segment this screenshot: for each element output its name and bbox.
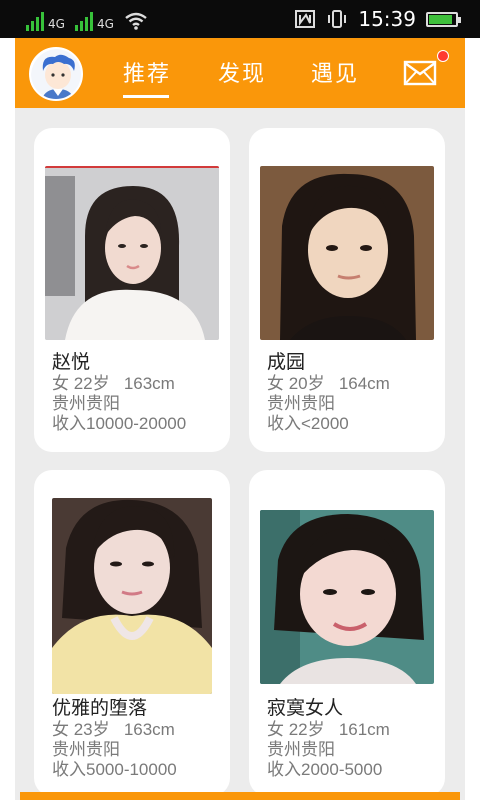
profile-location: 贵州贵阳 [267,394,335,413]
profile-grid: 赵悦 女 22岁 163cm 贵州贵阳 收入10000-20000 成园 女 2… [15,108,465,800]
profile-basic: 女 23岁 163cm [52,720,177,740]
battery-icon [426,11,461,27]
notification-dot [437,50,449,62]
user-avatar[interactable] [29,47,83,101]
profile-info: 优雅的堕落 女 23岁 163cm 贵州贵阳 收入5000-10000 [52,698,177,780]
signal-icon [74,11,93,31]
profile-height: 163cm [123,374,175,393]
profile-gender-age: 女 22岁 [52,374,110,393]
tab-encounter[interactable]: 遇见 [311,56,359,88]
avatar-icon [31,49,81,99]
network-type: 4G [48,17,65,31]
status-left: 4G 4G [26,7,148,31]
profile-card[interactable]: 成园 女 20岁 164cm 贵州贵阳 收入<2000 [249,128,445,452]
profile-card[interactable]: 优雅的堕落 女 23岁 163cm 贵州贵阳 收入5000-10000 [34,470,230,796]
clock: 15:39 [358,7,416,31]
profile-location: 贵州贵阳 [52,394,120,413]
profile-photo [260,510,434,684]
profile-photo [52,498,212,694]
profile-name: 成园 [267,352,306,373]
profile-location: 贵州贵阳 [267,740,335,759]
profile-height: 163cm [123,720,175,739]
battery-fill [429,14,452,24]
profile-income: 收入<2000 [267,414,349,433]
vibrate-icon [328,10,347,28]
tab-recommend[interactable]: 推荐 [123,56,171,98]
profile-basic: 女 22岁 161cm [267,720,390,740]
profile-info: 寂寞女人 女 22岁 161cm 贵州贵阳 收入2000-5000 [267,698,390,780]
status-bar: 4G 4G 15:39 [0,0,480,38]
profile-location: 贵州贵阳 [52,740,120,759]
nfc-icon [295,10,316,28]
profile-info: 赵悦 女 22岁 163cm 贵州贵阳 收入10000-20000 [52,352,186,434]
profile-gender-age: 女 23岁 [52,720,110,739]
network-type: 4G [96,17,114,31]
status-right: 15:39 [294,6,461,32]
profile-basic: 女 20岁 164cm [267,374,390,394]
top-header: 推荐 发现 遇见 [15,38,465,108]
profile-gender-age: 女 22岁 [267,720,325,739]
bottom-bar [20,792,460,800]
profile-height: 161cm [338,720,390,739]
profile-photo [45,166,219,340]
profile-name: 赵悦 [52,352,91,373]
profile-name: 优雅的堕落 [52,698,148,719]
profile-income: 收入10000-20000 [52,414,187,433]
signal-icon [26,11,44,31]
profile-height: 164cm [338,374,390,393]
profile-photo [260,166,434,340]
profile-info: 成园 女 20岁 164cm 贵州贵阳 收入<2000 [267,352,390,434]
profile-income: 收入2000-5000 [267,760,383,779]
profile-income: 收入5000-10000 [52,760,177,779]
profile-gender-age: 女 20岁 [267,374,325,393]
profile-card[interactable]: 赵悦 女 22岁 163cm 贵州贵阳 收入10000-20000 [34,128,230,452]
profile-basic: 女 22岁 163cm [52,374,186,394]
tab-discover[interactable]: 发现 [218,56,266,88]
mail-icon[interactable] [403,60,437,86]
profile-card[interactable]: 寂寞女人 女 22岁 161cm 贵州贵阳 收入2000-5000 [249,470,445,796]
wifi-icon [125,12,147,30]
profile-name: 寂寞女人 [267,698,344,719]
